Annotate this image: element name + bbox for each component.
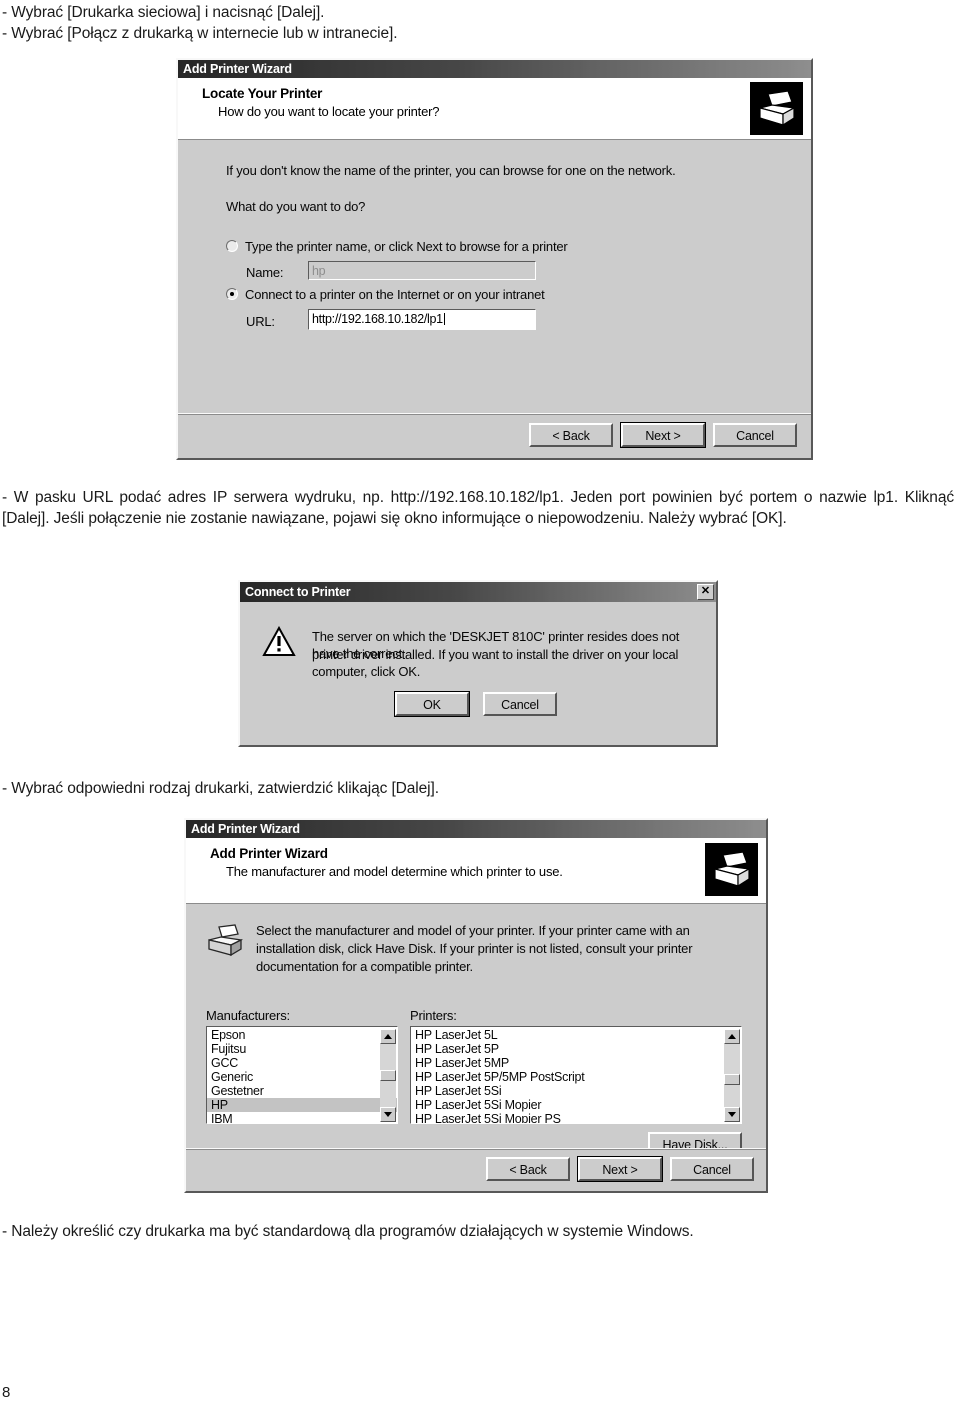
- list-item-selected[interactable]: HP: [207, 1098, 397, 1112]
- list-item[interactable]: Fujitsu: [207, 1042, 397, 1056]
- connect-to-printer-title: Connect to Printer: [245, 585, 351, 599]
- locate-printer-header-title: Locate Your Printer: [202, 86, 323, 101]
- radio-type-printer-name[interactable]: [226, 240, 238, 252]
- connect-to-printer-body: The server on which the 'DESKJET 810C' p…: [240, 602, 716, 745]
- manufacturers-label: Manufacturers:: [206, 1008, 290, 1023]
- list-item[interactable]: Epson: [207, 1028, 397, 1042]
- back-button[interactable]: < Back: [486, 1157, 570, 1181]
- list-item[interactable]: IBM: [207, 1112, 397, 1123]
- ok-button[interactable]: OK: [394, 691, 470, 717]
- locate-printer-title: Add Printer Wizard: [183, 62, 292, 76]
- url-input[interactable]: http://192.168.10.182/lp1: [308, 309, 536, 330]
- printer-icon: [705, 843, 758, 896]
- locate-printer-info-text: If you don't know the name of the printe…: [226, 163, 676, 178]
- next-button[interactable]: Next >: [577, 1156, 663, 1182]
- locate-printer-header: Locate Your Printer How do you want to l…: [178, 78, 811, 140]
- locate-printer-titlebar[interactable]: Add Printer Wizard: [178, 60, 811, 78]
- url-input-value: http://192.168.10.182/lp1: [312, 312, 443, 326]
- text-caret: [443, 313, 445, 325]
- list-item[interactable]: Generic: [207, 1070, 397, 1084]
- select-printer-dialog: Add Printer Wizard Add Printer Wizard Th…: [184, 818, 768, 1193]
- list-item[interactable]: HP LaserJet 5MP: [411, 1056, 741, 1070]
- printers-listbox[interactable]: HP LaserJet 5L HP LaserJet 5P HP LaserJe…: [410, 1026, 742, 1124]
- select-printer-titlebar[interactable]: Add Printer Wizard: [186, 820, 766, 838]
- name-input[interactable]: hp: [308, 261, 536, 280]
- radio-type-printer-name-label: Type the printer name, or click Next to …: [245, 239, 568, 254]
- select-printer-header: Add Printer Wizard The manufacturer and …: [186, 838, 766, 904]
- page-number: 8: [2, 1384, 11, 1401]
- select-printer-instruction: Select the manufacturer and model of you…: [256, 923, 693, 974]
- printer-icon: [750, 82, 803, 135]
- printers-list: HP LaserJet 5L HP LaserJet 5P HP LaserJe…: [411, 1027, 741, 1123]
- list-item-selected[interactable]: HP LaserJet 5P: [411, 1042, 741, 1056]
- printer-small-icon: [206, 924, 246, 963]
- intro-line-2: - Wybrać [Połącz z drukarką w internecie…: [2, 25, 398, 42]
- list-item[interactable]: GCC: [207, 1056, 397, 1070]
- url-field-label: URL:: [246, 314, 275, 329]
- name-field-label: Name:: [246, 265, 284, 280]
- locate-printer-body: If you don't know the name of the printe…: [178, 140, 811, 458]
- select-printer-body: Select the manufacturer and model of you…: [186, 904, 766, 1189]
- connect-to-printer-dialog: Connect to Printer ✕ The server on which…: [238, 580, 718, 747]
- select-printer-header-title: Add Printer Wizard: [210, 846, 328, 861]
- locate-printer-footer: < Back Next > Cancel: [178, 413, 811, 458]
- radio-connect-internet[interactable]: [226, 288, 238, 300]
- warning-triangle-icon: [262, 625, 296, 658]
- intro-line-1: - Wybrać [Drukarka sieciowa] i nacisnąć …: [2, 4, 325, 21]
- radio-connect-internet-label: Connect to a printer on the Internet or …: [245, 287, 545, 302]
- list-item[interactable]: HP LaserJet 5Si Mopier: [411, 1098, 741, 1112]
- scroll-up-arrow-icon[interactable]: [379, 1028, 396, 1044]
- connect-to-printer-message-line-2: printer driver installed. If you want to…: [312, 647, 679, 679]
- connect-to-printer-titlebar[interactable]: Connect to Printer ✕: [240, 582, 716, 602]
- scroll-up-arrow-icon[interactable]: [723, 1028, 740, 1044]
- manufacturers-scrollbar[interactable]: [379, 1028, 396, 1122]
- list-item[interactable]: HP LaserJet 5Si Mopier PS: [411, 1112, 741, 1123]
- scrollbar-thumb[interactable]: [379, 1069, 396, 1081]
- paragraph-url-instructions: - W pasku URL podać adres IP serwera wyd…: [2, 489, 954, 527]
- select-printer-footer: < Back Next > Cancel: [186, 1148, 766, 1191]
- select-printer-title: Add Printer Wizard: [191, 822, 300, 836]
- locate-printer-header-subtitle: How do you want to locate your printer?: [218, 104, 440, 119]
- back-button[interactable]: < Back: [529, 423, 613, 447]
- scroll-down-arrow-icon[interactable]: [379, 1106, 396, 1122]
- scroll-down-arrow-icon[interactable]: [723, 1106, 740, 1122]
- locate-printer-question-text: What do you want to do?: [226, 199, 366, 214]
- manufacturers-list: Epson Fujitsu GCC Generic Gestetner HP I…: [207, 1027, 397, 1123]
- list-item[interactable]: HP LaserJet 5L: [411, 1028, 741, 1042]
- manufacturers-listbox[interactable]: Epson Fujitsu GCC Generic Gestetner HP I…: [206, 1026, 398, 1124]
- select-printer-header-subtitle: The manufacturer and model determine whi…: [226, 864, 563, 879]
- list-item[interactable]: Gestetner: [207, 1084, 397, 1098]
- next-button[interactable]: Next >: [620, 422, 706, 448]
- selected-printer-label: HP LaserJet 5P: [415, 1042, 499, 1056]
- locate-printer-dialog: Add Printer Wizard Locate Your Printer H…: [176, 58, 813, 460]
- list-item[interactable]: HP LaserJet 5P/5MP PostScript: [411, 1070, 741, 1084]
- cancel-button[interactable]: Cancel: [670, 1157, 754, 1181]
- paragraph-default-printer: - Należy określić czy drukarka ma być st…: [2, 1223, 694, 1240]
- close-icon[interactable]: ✕: [697, 584, 714, 600]
- cancel-button[interactable]: Cancel: [713, 423, 797, 447]
- printers-label: Printers:: [410, 1008, 457, 1023]
- printers-scrollbar[interactable]: [723, 1028, 740, 1122]
- paragraph-select-printer-type: - Wybrać odpowiedni rodzaj drukarki, zat…: [2, 780, 439, 797]
- scrollbar-thumb[interactable]: [723, 1073, 740, 1085]
- cancel-button-error[interactable]: Cancel: [483, 692, 557, 716]
- list-item[interactable]: HP LaserJet 5Si: [411, 1084, 741, 1098]
